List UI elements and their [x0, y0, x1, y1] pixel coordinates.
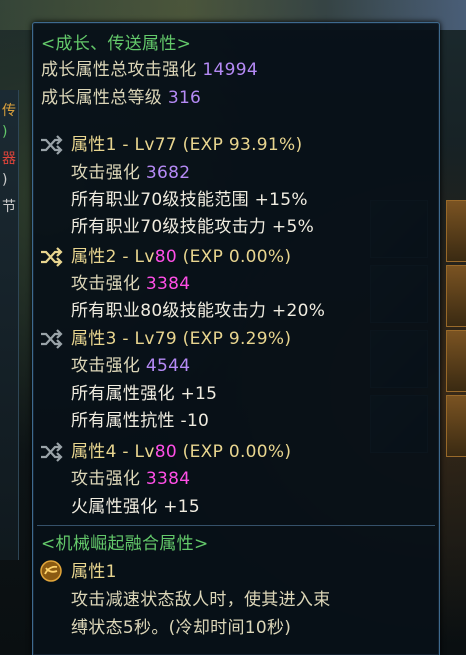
fusion-attribute-label: 属性1: [71, 562, 117, 582]
attack-label: 攻击强化: [71, 469, 141, 489]
attribute-3-title: 属性3 - Lv: [71, 329, 155, 349]
total-attack-row: 成长属性总攻击强化 14994: [41, 59, 258, 81]
attribute-4-level: 80: [154, 442, 177, 462]
attribute-1-exp: (EXP 93.91%): [182, 135, 303, 155]
attribute-4-title: 属性4 - Lv: [71, 442, 155, 462]
left-panel-text: ): [2, 172, 8, 188]
total-level-row: 成长属性总等级 316: [41, 87, 201, 109]
attack-label: 攻击强化: [71, 274, 141, 294]
fusion-description: 攻击减速状态敌人时，使其进入束: [71, 590, 331, 610]
attribute-3-exp: (EXP 9.29%): [182, 329, 292, 349]
left-side-panel: 传 ) 器 ) 节: [0, 90, 19, 560]
attribute-4-attack-row: 攻击强化 3384: [71, 468, 190, 490]
attack-value: 3682: [145, 163, 191, 183]
equipment-slot[interactable]: [446, 330, 466, 392]
left-panel-text: 节: [2, 199, 16, 215]
attribute-3-header: 属性3 - Lv79 (EXP 9.29%): [71, 328, 291, 350]
shuffle-icon: [41, 135, 63, 155]
attribute-2-header: 属性2 - Lv80 (EXP 0.00%): [71, 246, 291, 268]
attribute-1-title: 属性1 - Lv: [71, 135, 155, 155]
attribute-1-extra: 所有职业70级技能攻击力 +5%: [71, 217, 315, 237]
attack-value: 3384: [145, 274, 191, 294]
total-level-value: 316: [167, 88, 202, 108]
attribute-2-attack-row: 攻击强化 3384: [71, 273, 190, 295]
attack-label: 攻击强化: [71, 356, 141, 376]
item-tooltip: <成长、传送属性> 成长属性总攻击强化 14994 成长属性总等级 316 属性…: [32, 22, 440, 655]
attribute-3-attack-row: 攻击强化 4544: [71, 355, 190, 377]
attribute-2-exp: (EXP 0.00%): [182, 247, 292, 267]
shuffle-icon: [41, 442, 63, 462]
equipment-slot[interactable]: [446, 200, 466, 262]
attribute-1-level: 77: [154, 135, 177, 155]
shuffle-icon: [41, 247, 63, 267]
attribute-4-extra: 火属性强化 +15: [71, 497, 200, 517]
fusion-orb-icon: [40, 560, 62, 582]
attribute-3-extra: 所有属性抗性 -10: [71, 411, 210, 431]
shuffle-icon: [41, 329, 63, 349]
attack-value: 3384: [145, 469, 191, 489]
left-panel-text: ): [2, 124, 8, 140]
attribute-2-title: 属性2 - Lv: [71, 247, 155, 267]
left-panel-text: 传: [2, 103, 16, 119]
equipment-slot[interactable]: [446, 265, 466, 327]
section-title-growth: <成长、传送属性>: [41, 34, 192, 54]
attribute-4-exp: (EXP 0.00%): [182, 442, 292, 462]
attribute-1-header: 属性1 - Lv77 (EXP 93.91%): [71, 134, 302, 156]
total-level-label: 成长属性总等级: [41, 88, 163, 108]
fusion-description: 缚状态5秒。(冷却时间10秒): [71, 618, 292, 638]
attribute-2-level: 80: [154, 247, 177, 267]
attribute-3-extra: 所有属性强化 +15: [71, 384, 218, 404]
section-title-fusion: <机械崛起融合属性>: [41, 534, 209, 554]
attribute-2-extra: 所有职业80级技能攻击力 +20%: [71, 301, 326, 321]
attribute-1-extra: 所有职业70级技能范围 +15%: [71, 190, 308, 210]
total-attack-value: 14994: [202, 60, 259, 80]
attribute-3-level: 79: [154, 329, 177, 349]
section-divider: [37, 525, 435, 526]
attribute-4-header: 属性4 - Lv80 (EXP 0.00%): [71, 441, 291, 463]
total-attack-label: 成长属性总攻击强化: [41, 60, 197, 80]
attack-label: 攻击强化: [71, 163, 141, 183]
equipment-slot[interactable]: [446, 395, 466, 457]
attribute-1-attack-row: 攻击强化 3682: [71, 162, 190, 184]
attack-value: 4544: [145, 356, 191, 376]
left-panel-text: 器: [2, 151, 16, 167]
